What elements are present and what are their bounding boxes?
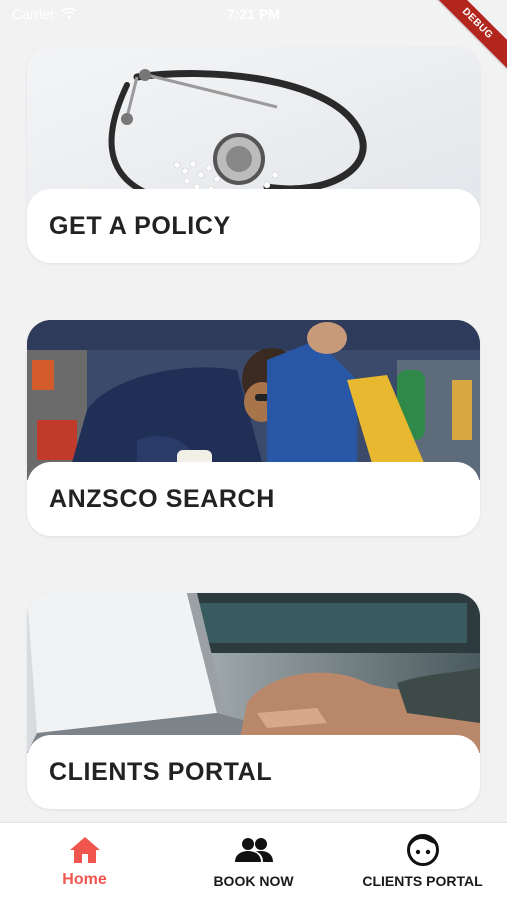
status-bar: Carrier 7:21 PM: [0, 0, 507, 30]
stethoscope-image: [27, 47, 480, 207]
laptop-image: [27, 593, 480, 753]
people-icon: [234, 833, 274, 867]
card-title: ANZSCO SEARCH: [27, 462, 480, 536]
get-a-policy-card[interactable]: GET A POLICY: [27, 47, 480, 263]
nav-label-home: Home: [62, 871, 107, 888]
nav-item-book-now[interactable]: BOOK NOW: [169, 833, 338, 895]
home-icon: [68, 833, 102, 867]
card-title: GET A POLICY: [27, 189, 480, 263]
anzsco-search-card[interactable]: ANZSCO SEARCH: [27, 320, 480, 536]
bottom-navigation: Home BOOK NOW CLIENTS PORTAL: [0, 822, 507, 900]
nav-item-home[interactable]: Home: [0, 833, 169, 895]
status-time: 7:21 PM: [227, 6, 280, 22]
nav-item-clients-portal[interactable]: CLIENTS PORTAL: [338, 833, 507, 895]
clients-portal-card[interactable]: CLIENTS PORTAL: [27, 593, 480, 809]
workshop-image: [27, 320, 480, 480]
card-title: CLIENTS PORTAL: [27, 735, 480, 809]
nav-label-clients-portal: CLIENTS PORTAL: [362, 873, 483, 889]
nav-label-book-now: BOOK NOW: [213, 873, 294, 889]
face-icon: [406, 833, 440, 867]
